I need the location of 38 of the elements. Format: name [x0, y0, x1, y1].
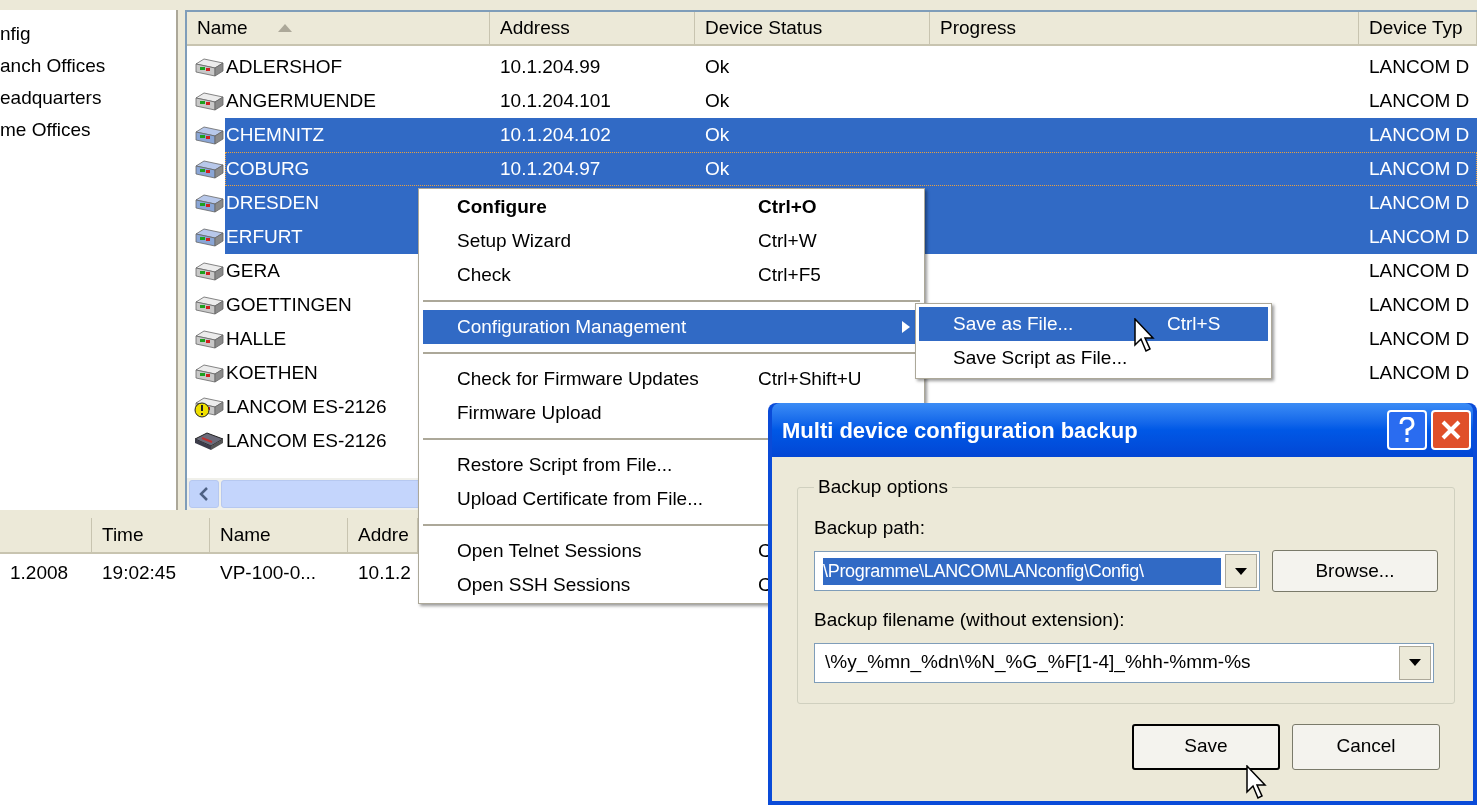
dialog-title: Multi device configuration backup [782, 416, 1139, 445]
device-type: LANCOM D [1369, 259, 1470, 281]
device-type: LANCOM D [1369, 123, 1470, 145]
device-type: LANCOM D [1369, 361, 1470, 383]
device-name: ERFURT [226, 225, 303, 247]
log-cell: 10.1.2 [358, 561, 411, 583]
device-name: CHEMNITZ [226, 123, 325, 145]
device-name: ADLERSHOF [226, 55, 343, 77]
device-type: LANCOM D [1369, 157, 1470, 179]
group-label: Backup options [817, 475, 949, 499]
device-name: HALLE [226, 327, 287, 349]
device-type: LANCOM D [1369, 225, 1470, 247]
field-label: Backup filename (without extension): [814, 608, 1126, 632]
device-name: LANCOM ES-2126 [226, 429, 387, 451]
device-address: 10.1.204.97 [500, 157, 601, 179]
device-status: Ok [705, 89, 730, 111]
device-name: ANGERMUENDE [226, 89, 376, 111]
log-cell: VP-100-0... [220, 561, 317, 583]
log-cell: 19:02:45 [102, 561, 176, 583]
device-status: Ok [705, 157, 730, 179]
device-type: LANCOM D [1369, 55, 1470, 77]
device-type: LANCOM D [1369, 191, 1470, 213]
device-status: Ok [705, 55, 730, 77]
log-cell: 1.2008 [10, 561, 69, 583]
device-name: DRESDEN [226, 191, 319, 213]
device-name: GOETTINGEN [226, 293, 352, 315]
device-type: LANCOM D [1369, 293, 1470, 315]
device-name: COBURG [226, 157, 310, 179]
device-status: Ok [705, 123, 730, 145]
device-address: 10.1.204.99 [500, 55, 601, 77]
device-name: LANCOM ES-2126 [226, 395, 387, 417]
device-address: 10.1.204.101 [500, 89, 611, 111]
device-name: KOETHEN [226, 361, 318, 383]
device-name: GERA [226, 259, 280, 281]
device-type: LANCOM D [1369, 89, 1470, 111]
device-address: 10.1.204.102 [500, 123, 611, 145]
device-type: LANCOM D [1369, 327, 1470, 349]
field-label: Backup path: [814, 515, 926, 540]
